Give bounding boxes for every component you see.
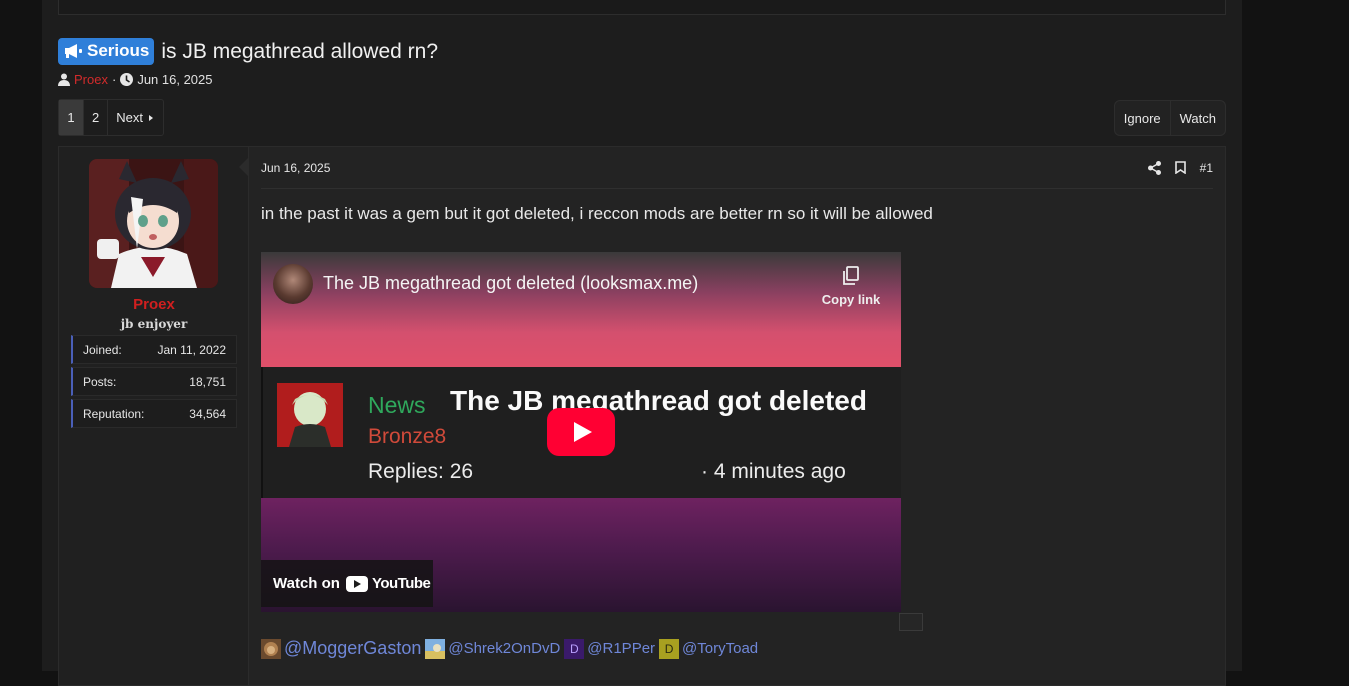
stat-joined: Joined: Jan 11, 2022: [71, 335, 237, 364]
mentions-row: @MoggerGaston @Shrek2OnDvD D @R1PPer D @…: [261, 638, 758, 659]
message-arrow: [239, 157, 249, 177]
user-icon: [58, 73, 70, 86]
user-stats: Joined: Jan 11, 2022 Posts: 18,751 Reput…: [71, 335, 237, 431]
mention-link[interactable]: @Shrek2OnDvD: [425, 638, 561, 659]
mention-link[interactable]: D @ToryToad: [659, 638, 759, 659]
stat-label: Posts:: [83, 374, 117, 389]
share-icon[interactable]: [1147, 160, 1161, 175]
stat-label: Joined:: [83, 342, 122, 357]
lion-avatar-icon: [261, 638, 281, 659]
watch-on-youtube-button[interactable]: Watch on YouTube: [261, 560, 433, 607]
post: Proex jb enjoyer Joined: Jan 11, 2022 Po…: [58, 146, 1226, 686]
meta-separator: ·: [111, 72, 117, 87]
post-text: in the past it was a gem but it got dele…: [261, 204, 933, 223]
stat-value: Jan 11, 2022: [157, 342, 226, 357]
anime-avatar-image: [89, 159, 218, 288]
stat-value: 34,564: [189, 406, 226, 421]
clock-icon: [120, 73, 134, 86]
post-username[interactable]: Proex: [59, 296, 249, 313]
thread-prefix-badge[interactable]: Serious: [58, 38, 155, 65]
bookmark-icon[interactable]: [1174, 161, 1186, 174]
post-body: Jun 16, 2025 #1 in the past it was a gem…: [249, 147, 1225, 685]
youtube-logo: YouTube: [345, 575, 431, 592]
thread-title: is JB megathread allowed rn?: [161, 39, 439, 63]
thread-meta: Proex · Jun 16, 2025: [58, 72, 213, 87]
stat-label: Reputation:: [83, 406, 145, 421]
pip-icon[interactable]: [899, 613, 923, 631]
post-user-column: Proex jb enjoyer Joined: Jan 11, 2022 Po…: [59, 147, 249, 685]
post-number-link[interactable]: #1: [1200, 161, 1213, 175]
mention-name: @Shrek2OnDvD: [448, 640, 561, 657]
video-title[interactable]: The JB megathread got deleted (looksmax.…: [323, 273, 698, 294]
post-header: Jun 16, 2025 #1: [261, 147, 1213, 189]
copy-link-button[interactable]: Copy link: [821, 266, 881, 307]
thumbnail-character-image: [277, 383, 343, 447]
thread-actions: Ignore Watch: [1113, 100, 1226, 136]
pagination: 1 2 Next: [58, 99, 164, 136]
caret-right-icon: [148, 114, 153, 121]
user-avatar[interactable]: [89, 159, 218, 288]
mention-link[interactable]: @MoggerGaston: [261, 638, 421, 659]
mention-name: @R1PPer: [587, 640, 656, 657]
youtube-play-icon: [345, 575, 368, 592]
card-thumbnail: [277, 383, 343, 447]
stat-posts: Posts: 18,751: [71, 367, 237, 396]
card-time: · 4 minutes ago: [701, 460, 846, 483]
ignore-button[interactable]: Ignore: [1115, 101, 1170, 135]
youtube-wordmark: YouTube: [371, 575, 431, 592]
stat-value[interactable]: 18,751: [189, 375, 226, 389]
megaphone-icon: [65, 44, 82, 58]
watch-button[interactable]: Watch: [1169, 101, 1225, 135]
channel-avatar[interactable]: [273, 264, 313, 304]
cartoon-avatar-icon: [425, 638, 446, 659]
previous-content-block: [58, 0, 1226, 15]
mention-avatar: [261, 638, 281, 659]
page-container: Serious is JB megathread allowed rn? Pro…: [42, 0, 1242, 686]
card-tag: News: [368, 392, 426, 418]
stat-reputation: Reputation: 34,564: [71, 399, 237, 428]
next-label: Next: [116, 110, 143, 125]
post-header-actions: #1: [1147, 160, 1213, 175]
next-page-button[interactable]: Next: [107, 100, 163, 135]
copy-link-label: Copy link: [821, 292, 881, 307]
mention-name: @ToryToad: [682, 640, 759, 657]
mention-avatar: [425, 638, 446, 659]
video-top-band: The JB megathread got deleted (looksmax.…: [261, 252, 901, 367]
youtube-embed[interactable]: The JB megathread got deleted (looksmax.…: [261, 252, 901, 612]
mention-link[interactable]: D @R1PPer: [564, 638, 656, 659]
copy-icon: [843, 266, 859, 285]
play-button[interactable]: [547, 408, 615, 456]
card-author: Bronze8: [368, 425, 447, 448]
mention-avatar: D: [659, 638, 680, 659]
thread-date[interactable]: Jun 16, 2025: [137, 72, 212, 87]
post-date[interactable]: Jun 16, 2025: [261, 161, 330, 175]
card-replies: Replies: 26: [368, 460, 474, 483]
mention-name: @MoggerGaston: [284, 638, 422, 658]
watch-on-label: Watch on: [273, 575, 340, 592]
page-2-button[interactable]: 2: [83, 100, 107, 135]
user-title: jb enjoyer: [120, 317, 188, 331]
thread-author-link[interactable]: Proex: [74, 72, 108, 87]
mention-avatar: D: [564, 638, 585, 659]
thread-title-row: Serious is JB megathread allowed rn?: [58, 38, 438, 65]
prefix-label: Serious: [87, 41, 150, 60]
card-title: The JB megathread got deleted: [450, 385, 867, 416]
page-1-button[interactable]: 1: [59, 100, 83, 135]
